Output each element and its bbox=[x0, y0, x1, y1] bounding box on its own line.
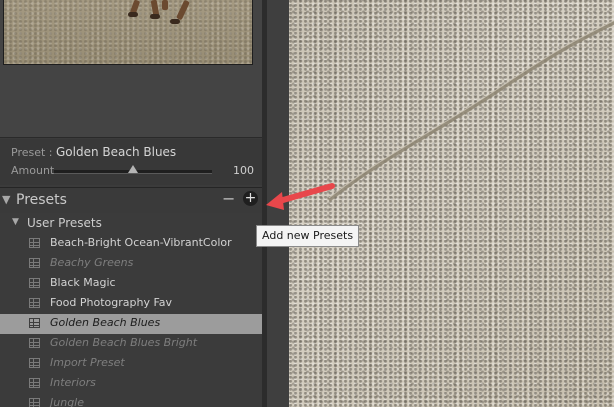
preset-icon bbox=[29, 338, 40, 348]
preset-list: Beach-Bright Ocean-VibrantColor Beachy Gr… bbox=[0, 234, 262, 407]
preset-icon bbox=[29, 378, 40, 388]
amount-label: Amount bbox=[11, 164, 55, 177]
dog-paw bbox=[170, 19, 180, 24]
amount-slider[interactable] bbox=[54, 165, 212, 174]
preset-icon bbox=[29, 358, 40, 368]
preset-item[interactable]: Interiors bbox=[0, 374, 262, 394]
amount-value[interactable]: 100 bbox=[233, 164, 254, 177]
add-preset-button[interactable]: + bbox=[243, 191, 258, 206]
dog-leg bbox=[176, 0, 190, 21]
preset-icon bbox=[29, 238, 40, 248]
preset-label: Preset : bbox=[11, 146, 53, 159]
remove-preset-button[interactable]: − bbox=[222, 189, 235, 208]
folder-expand-triangle-icon[interactable]: ▼ bbox=[12, 217, 19, 227]
preset-item[interactable]: Jungle bbox=[0, 394, 262, 407]
annotation-arrow-icon bbox=[266, 183, 335, 210]
presets-panel-title: Presets bbox=[16, 192, 67, 208]
preset-item-label: Food Photography Fav bbox=[50, 296, 173, 309]
preset-item-label: Import Preset bbox=[50, 356, 125, 369]
navigator-panel bbox=[0, 0, 262, 138]
preset-item-label: Beachy Greens bbox=[50, 256, 134, 269]
presets-panel-header[interactable]: ▼ Presets − + bbox=[0, 187, 262, 213]
preset-item[interactable]: Golden Beach Blues Bright bbox=[0, 334, 262, 354]
preset-item[interactable]: Golden Beach Blues bbox=[0, 314, 262, 334]
preset-item-label: Golden Beach Blues bbox=[50, 316, 161, 329]
preset-icon bbox=[29, 258, 40, 268]
user-presets-label: User Presets bbox=[27, 216, 102, 230]
preset-item-label: Beach-Bright Ocean-VibrantColor bbox=[50, 236, 232, 249]
add-preset-tooltip: Add new Presets bbox=[256, 225, 360, 247]
preset-item[interactable]: Food Photography Fav bbox=[0, 294, 262, 314]
preset-item-label: Interiors bbox=[50, 376, 96, 389]
collapse-triangle-icon[interactable]: ▼ bbox=[2, 193, 10, 206]
dog-paw bbox=[128, 12, 138, 17]
preset-item[interactable]: Black Magic bbox=[0, 274, 262, 294]
preset-icon bbox=[29, 298, 40, 308]
preset-amount-section: Preset : Golden Beach Blues Amount 100 bbox=[0, 139, 262, 185]
navigator-thumbnail[interactable] bbox=[3, 0, 253, 65]
preset-icon bbox=[29, 278, 40, 288]
preset-item[interactable]: Beachy Greens bbox=[0, 254, 262, 274]
dog-leg bbox=[162, 0, 168, 10]
preset-item-label: Black Magic bbox=[50, 276, 116, 289]
develop-left-panel: Preset : Golden Beach Blues Amount 100 ▼… bbox=[0, 0, 262, 407]
preset-item-label: Jungle bbox=[50, 396, 84, 407]
amount-slider-thumb[interactable] bbox=[128, 165, 138, 173]
preset-item[interactable]: Import Preset bbox=[0, 354, 262, 374]
preset-value: Golden Beach Blues bbox=[56, 145, 177, 159]
preset-icon bbox=[29, 318, 40, 328]
preset-icon bbox=[29, 398, 40, 407]
preset-item-label: Golden Beach Blues Bright bbox=[50, 336, 198, 349]
dog-paw bbox=[150, 14, 160, 19]
user-presets-folder[interactable]: ▼ User Presets bbox=[0, 216, 262, 232]
preset-item[interactable]: Beach-Bright Ocean-VibrantColor bbox=[0, 234, 262, 254]
